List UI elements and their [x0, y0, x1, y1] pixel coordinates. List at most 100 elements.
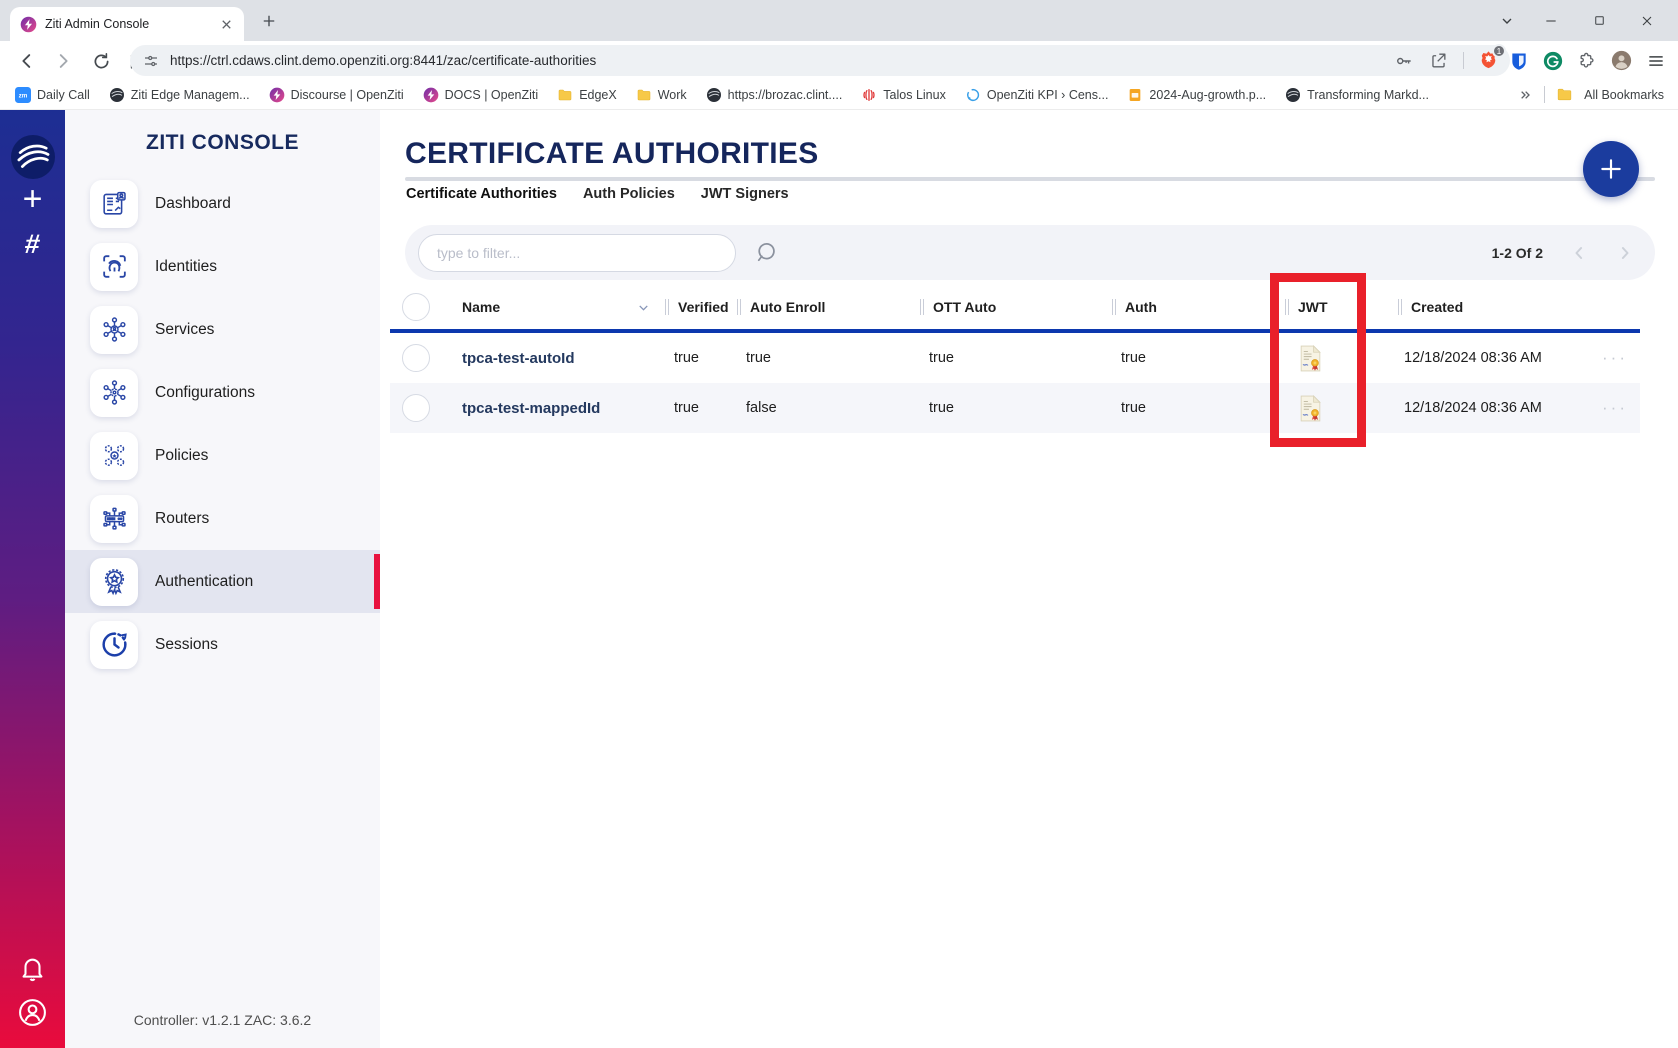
bookmark-item[interactable]: Transforming Markd... — [1278, 84, 1436, 106]
ziti-logo-icon[interactable] — [11, 135, 55, 179]
bookmark-item[interactable]: Discourse | OpenZiti — [262, 84, 411, 106]
pagination: 1-2 Of 2 — [1492, 243, 1655, 263]
cell-auto-enroll: false — [737, 400, 920, 416]
sidebar-item-dashboard[interactable]: Dashboard — [65, 172, 380, 235]
password-key-icon[interactable] — [1394, 51, 1414, 71]
sidebar-item-authentication[interactable]: Authentication — [65, 550, 380, 613]
rail-add-button[interactable]: + — [0, 182, 65, 216]
bookmark-item[interactable]: Work — [629, 84, 694, 106]
grammarly-extension-icon[interactable] — [1543, 51, 1563, 71]
bookmark-label: Ziti Edge Managem... — [131, 88, 250, 102]
sidebar-item-sessions[interactable]: Sessions — [65, 613, 380, 676]
page-next-icon[interactable] — [1615, 243, 1635, 263]
column-verified[interactable]: Verified — [665, 299, 737, 315]
ca-table: Name Verified Auto Enroll OTT Auto Auth … — [390, 285, 1640, 433]
brave-shield-icon[interactable]: 1 — [1479, 50, 1498, 71]
column-auth[interactable]: Auth — [1112, 299, 1285, 315]
openziti-icon — [269, 87, 285, 103]
column-name[interactable]: Name — [434, 299, 665, 315]
site-settings-icon[interactable] — [142, 52, 160, 70]
authentication-icon — [90, 558, 138, 606]
extensions-puzzle-icon[interactable] — [1577, 51, 1597, 71]
bookmark-item[interactable]: Talos Linux — [854, 84, 953, 106]
divider — [1463, 52, 1464, 69]
bitwarden-extension-icon[interactable] — [1509, 51, 1529, 71]
maximize-button[interactable] — [1576, 0, 1622, 41]
all-bookmarks-label[interactable]: All Bookmarks — [1584, 88, 1664, 102]
sidebar-item-label: Policies — [155, 447, 208, 465]
shield-badge: 1 — [1492, 44, 1506, 58]
column-auto-enroll[interactable]: Auto Enroll — [737, 299, 920, 315]
talos-icon — [861, 87, 877, 103]
sidebar-item-identities[interactable]: Identities — [65, 235, 380, 298]
minimize-button[interactable] — [1528, 0, 1574, 41]
browser-tab[interactable]: Ziti Admin Console — [10, 7, 244, 41]
browser-toolbar: https://ctrl.cdaws.clint.demo.openziti.o… — [0, 41, 1678, 80]
sort-chevron-icon[interactable] — [635, 299, 651, 315]
bookmark-item[interactable]: EdgeX — [550, 84, 624, 106]
tab-jwt-signers[interactable]: JWT Signers — [701, 186, 789, 202]
globe-dark-icon — [706, 87, 722, 103]
new-tab-button[interactable] — [258, 10, 280, 32]
sidebar-item-label: Routers — [155, 510, 209, 528]
sidebar-item-label: Identities — [155, 258, 217, 276]
profile-avatar[interactable] — [1611, 50, 1632, 71]
bookmarks-overflow-icon[interactable] — [1517, 87, 1533, 103]
version-footer: Controller: v1.2.1 ZAC: 3.6.2 — [65, 1012, 380, 1028]
tab-certificate-authorities[interactable]: Certificate Authorities — [406, 186, 557, 202]
menu-hamburger-icon[interactable] — [1646, 51, 1666, 71]
column-ott-auto[interactable]: OTT Auto — [920, 299, 1112, 315]
row-menu-button[interactable]: ··· — [1590, 398, 1640, 418]
row-checkbox[interactable] — [402, 394, 430, 422]
search-icon[interactable] — [751, 238, 781, 268]
url-text[interactable]: https://ctrl.cdaws.clint.demo.openziti.o… — [170, 53, 1394, 68]
bookmark-item[interactable]: Ziti Edge Managem... — [102, 84, 257, 106]
sidebar-item-configurations[interactable]: Configurations — [65, 361, 380, 424]
row-name[interactable]: tpca-test-autoId — [434, 350, 665, 367]
cell-verified: true — [665, 400, 737, 416]
identities-icon — [90, 243, 138, 291]
bookmark-item[interactable]: DOCS | OpenZiti — [416, 84, 546, 106]
back-button[interactable] — [14, 48, 40, 74]
jwt-certificate-icon[interactable] — [1285, 345, 1398, 372]
zoom-icon: zm — [15, 87, 31, 103]
tab-search-button[interactable] — [1484, 0, 1530, 41]
column-jwt[interactable]: JWT — [1285, 299, 1398, 315]
reload-button[interactable] — [88, 48, 114, 74]
share-icon[interactable] — [1429, 51, 1448, 70]
account-icon[interactable] — [0, 997, 65, 1028]
rail-hash-button[interactable]: # — [0, 230, 66, 258]
section-tabs: Certificate Authorities Auth Policies JW… — [406, 186, 789, 202]
pagination-label: 1-2 Of 2 — [1492, 245, 1543, 261]
sidebar-item-label: Sessions — [155, 636, 218, 654]
routers-icon — [90, 495, 138, 543]
sidebar-item-services[interactable]: Services — [65, 298, 380, 361]
row-checkbox[interactable] — [402, 344, 430, 372]
row-name[interactable]: tpca-test-mappedId — [434, 400, 665, 417]
filter-input[interactable] — [418, 234, 736, 272]
policies-icon — [90, 432, 138, 480]
notifications-bell-icon[interactable] — [0, 954, 65, 983]
forward-button[interactable] — [50, 48, 76, 74]
close-button[interactable] — [1624, 0, 1670, 41]
window-titlebar: Ziti Admin Console — [0, 0, 1678, 41]
table-header: Name Verified Auto Enroll OTT Auto Auth … — [390, 285, 1640, 329]
globe-dark-icon — [109, 87, 125, 103]
column-created[interactable]: Created — [1398, 299, 1590, 315]
blue-ring-icon — [965, 87, 981, 103]
row-menu-button[interactable]: ··· — [1590, 348, 1640, 368]
jwt-certificate-icon[interactable] — [1285, 395, 1398, 422]
tab-close-icon[interactable] — [219, 17, 234, 32]
bookmark-item[interactable]: zmDaily Call — [8, 84, 97, 106]
bookmark-label: DOCS | OpenZiti — [445, 88, 539, 102]
sidebar-item-routers[interactable]: Routers — [65, 487, 380, 550]
bookmark-item[interactable]: https://brozac.clint.... — [699, 84, 850, 106]
bookmark-item[interactable]: OpenZiti KPI › Cens... — [958, 84, 1116, 106]
select-all-checkbox[interactable] — [402, 293, 430, 321]
url-bar[interactable]: https://ctrl.cdaws.clint.demo.openziti.o… — [130, 45, 1510, 76]
add-certificate-authority-button[interactable] — [1583, 141, 1639, 197]
tab-auth-policies[interactable]: Auth Policies — [583, 186, 675, 202]
page-prev-icon[interactable] — [1569, 243, 1589, 263]
bookmark-item[interactable]: 2024-Aug-growth.p... — [1120, 84, 1273, 106]
sidebar-item-policies[interactable]: Policies — [65, 424, 380, 487]
